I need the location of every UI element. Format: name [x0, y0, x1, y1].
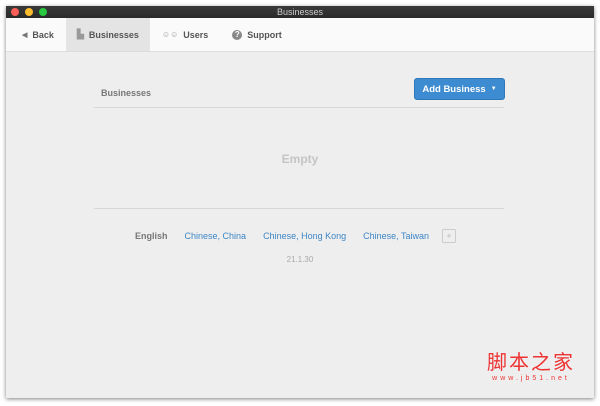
watermark-url: www.jb51.net	[492, 375, 570, 382]
watermark-title: 脚本之家	[487, 350, 575, 374]
minimize-button[interactable]	[25, 8, 33, 16]
divider	[94, 107, 504, 108]
language-english[interactable]: English	[135, 231, 168, 241]
watermark-logo: 脚本之家 www.jb51.net	[487, 346, 575, 382]
tab-label: Businesses	[88, 29, 139, 40]
tab-businesses[interactable]: ▙ Businesses	[65, 18, 150, 51]
users-icon: ☺☺	[161, 30, 179, 39]
close-button[interactable]	[11, 8, 19, 16]
language-chinese-hong-kong[interactable]: Chinese, Hong Kong	[263, 231, 346, 241]
caret-down-icon: ▼	[490, 86, 497, 92]
back-label: Back	[32, 29, 54, 40]
version-label: 21.1.30	[286, 255, 314, 264]
title-bar: Businesses	[6, 6, 594, 18]
language-chinese-china[interactable]: Chinese, China	[185, 231, 247, 241]
divider	[94, 208, 504, 209]
tab-label: Users	[183, 29, 209, 40]
tab-label: Support	[247, 29, 282, 40]
language-selector: English Chinese, China Chinese, Hong Kon…	[135, 229, 456, 243]
building-icon: ▙	[76, 29, 84, 39]
section-title: Businesses	[101, 88, 152, 98]
zoom-button[interactable]	[39, 8, 47, 16]
toolbar: ◀ Back ▙ Businesses ☺☺ Users ? Support	[6, 18, 594, 52]
back-button[interactable]: ◀ Back	[10, 18, 66, 51]
question-icon: ?	[232, 29, 243, 40]
language-chinese-taiwan[interactable]: Chinese, Taiwan	[363, 231, 429, 241]
tab-users[interactable]: ☺☺ Users	[150, 18, 220, 51]
add-business-button[interactable]: Add Business ▼	[414, 78, 505, 100]
empty-state: Empty	[281, 152, 319, 166]
add-language-button[interactable]: +	[442, 229, 456, 243]
window-title: Businesses	[276, 7, 324, 17]
back-arrow-icon: ◀	[22, 31, 28, 39]
add-business-label: Add Business	[422, 83, 486, 95]
tab-support[interactable]: ? Support	[220, 18, 294, 51]
app-window: Businesses ◀ Back ▙ Businesses ☺☺ Users ? Su…	[6, 6, 594, 398]
